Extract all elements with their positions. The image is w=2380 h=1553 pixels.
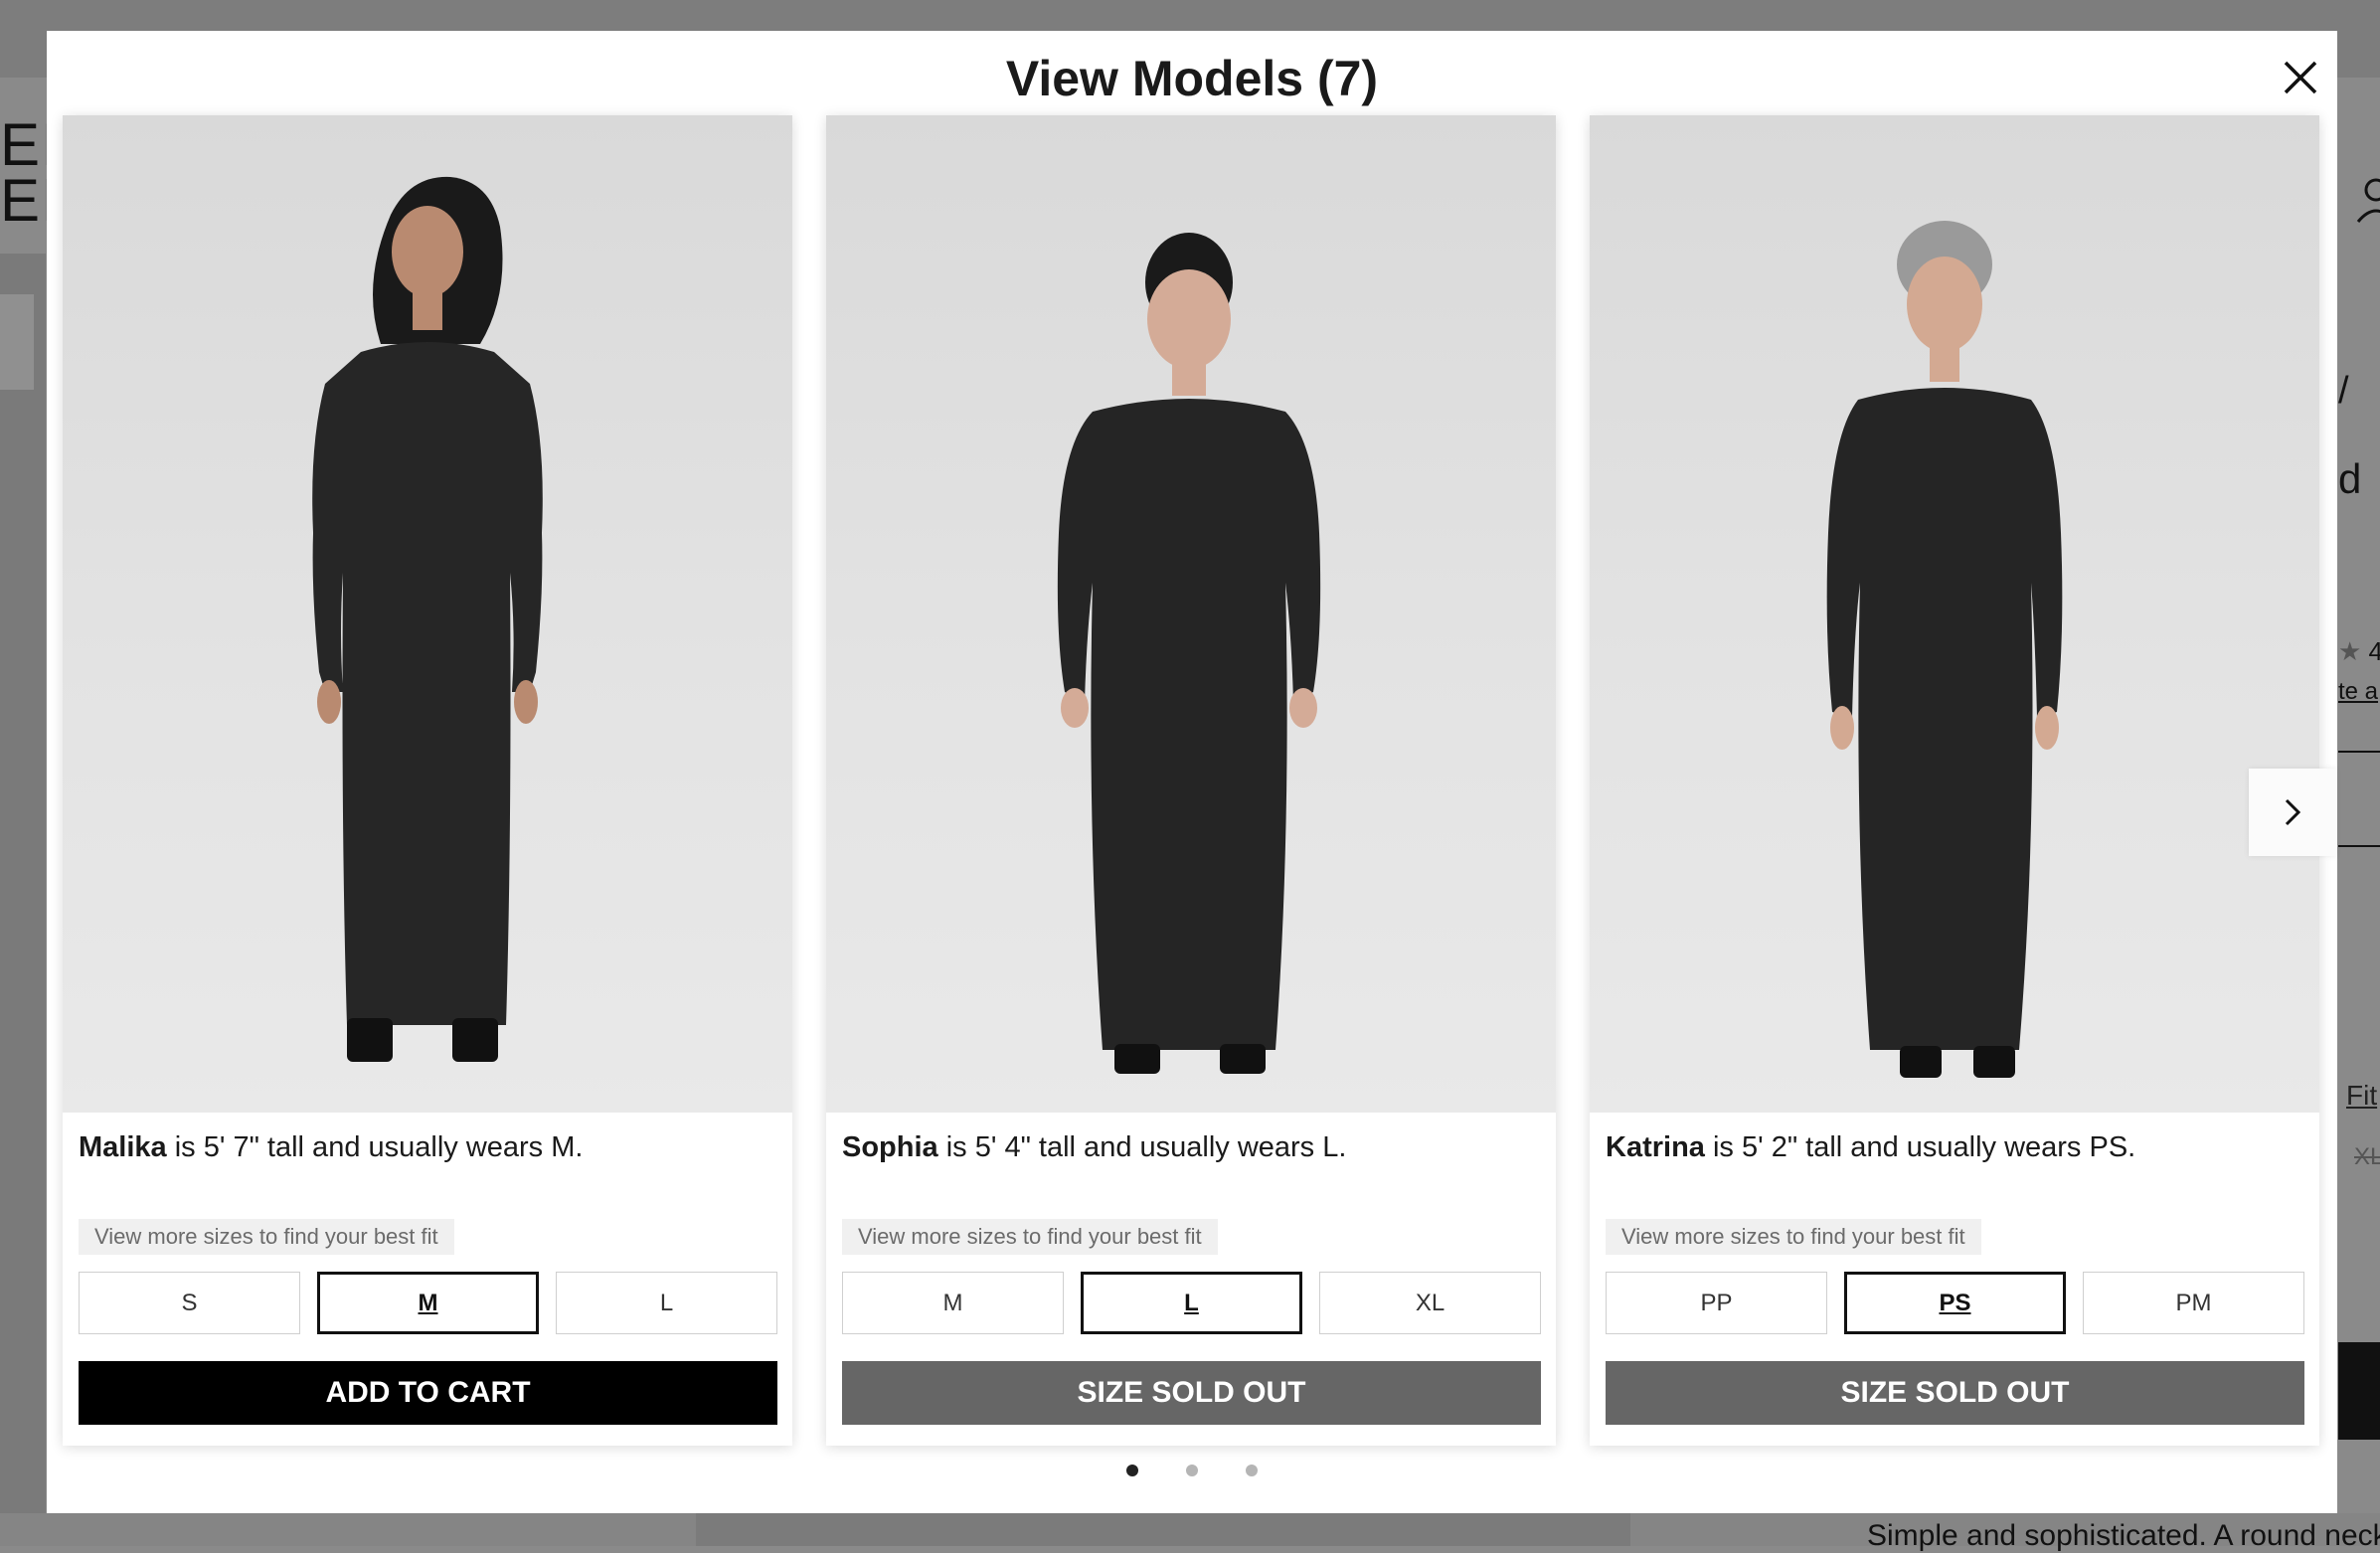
background-rating: ★ 4 (2338, 636, 2380, 667)
model-figure (1826, 221, 2063, 1078)
chevron-right-icon (2285, 798, 2301, 826)
background-left-panel (0, 254, 46, 1546)
add-to-cart-button[interactable]: ADD TO CART (79, 1361, 777, 1425)
background-review-link[interactable]: te a (2338, 678, 2378, 706)
background-fit-link[interactable]: Fit (2346, 1080, 2377, 1112)
model-name: Katrina (1606, 1131, 1705, 1163)
size-sold-out-button[interactable]: SIZE SOLD OUT (1606, 1361, 2304, 1425)
close-icon (2284, 61, 2317, 94)
model-figure (312, 176, 543, 1062)
model-card: Katrina is 5' 2" tall and usually wears … (1590, 115, 2319, 1446)
size-hint: View more sizes to find your best fit (1606, 1219, 1981, 1255)
background-breadcrumb-slash: / (2338, 370, 2349, 412)
background-left-box (0, 294, 34, 390)
size-hint: View more sizes to find your best fit (842, 1219, 1218, 1255)
model-description: is 5' 4" tall and usually wears L. (937, 1131, 1347, 1163)
size-option-selected[interactable]: L (1081, 1272, 1302, 1334)
size-option[interactable]: XL (1319, 1272, 1541, 1334)
background-soldout-size: XL (2354, 1143, 2380, 1170)
model-name: Sophia (842, 1131, 938, 1163)
background-rating-value: 4 (2368, 636, 2380, 666)
size-option-selected[interactable]: PS (1844, 1272, 2066, 1334)
background-product-description: Simple and sophisticated. A round neck (1867, 1519, 2380, 1552)
next-slide-button[interactable] (2249, 769, 2336, 856)
pagination-dot[interactable] (1186, 1465, 1198, 1476)
modal-title: View Models (7) (1005, 51, 1379, 106)
background-product-title-fragment: d (2338, 455, 2362, 502)
model-description: is 5' 7" tall and usually wears M. (166, 1131, 584, 1163)
view-models-modal: View Models (7) Malika is 5' 7" tall and… (47, 31, 2337, 1513)
size-option[interactable]: L (556, 1272, 777, 1334)
background-bottom-photo (696, 1513, 1630, 1546)
model-info: Malika is 5' 7" tall and usually wears M… (79, 1127, 583, 1167)
model-info: Katrina is 5' 2" tall and usually wears … (1606, 1127, 2135, 1167)
background-add-to-cart-button[interactable] (2338, 1342, 2380, 1440)
size-option[interactable]: PP (1606, 1272, 1827, 1334)
model-card: Malika is 5' 7" tall and usually wears M… (63, 115, 792, 1446)
model-info: Sophia is 5' 4" tall and usually wears L… (842, 1127, 1346, 1167)
size-sold-out-button[interactable]: SIZE SOLD OUT (842, 1361, 1541, 1425)
model-name: Malika (79, 1131, 167, 1163)
background-divider-2 (2338, 845, 2380, 847)
carousel-pagination (47, 1465, 2337, 1484)
size-hint: View more sizes to find your best fit (79, 1219, 454, 1255)
user-account-icon (2356, 178, 2380, 223)
model-photo[interactable] (63, 115, 792, 1113)
pagination-dot[interactable] (1246, 1465, 1258, 1476)
model-description: is 5' 2" tall and usually wears PS. (1704, 1131, 2136, 1163)
pagination-dot-active[interactable] (1126, 1465, 1138, 1476)
model-figure (1057, 233, 1321, 1074)
size-option-selected[interactable]: M (317, 1272, 539, 1334)
size-option[interactable]: PM (2083, 1272, 2304, 1334)
background-divider-1 (2338, 751, 2380, 753)
model-card: Sophia is 5' 4" tall and usually wears L… (826, 115, 1556, 1446)
size-option[interactable]: S (79, 1272, 300, 1334)
model-photo[interactable] (1590, 115, 2319, 1113)
size-option[interactable]: M (842, 1272, 1064, 1334)
close-button[interactable] (2274, 51, 2327, 104)
model-photo[interactable] (826, 115, 1556, 1113)
